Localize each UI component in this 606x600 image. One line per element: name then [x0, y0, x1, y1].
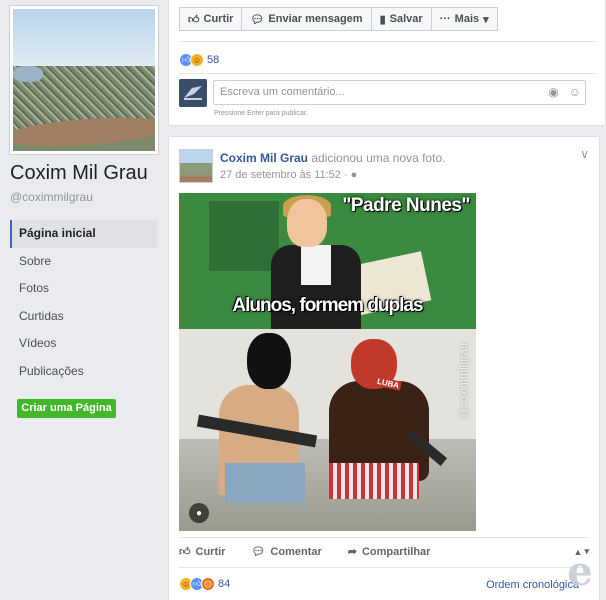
- divider: [179, 73, 595, 74]
- dots-icon: ···: [439, 13, 451, 25]
- send-message-button[interactable]: 💬︎ Enviar mensagem: [241, 7, 372, 31]
- sidebar-item-curtidas[interactable]: Curtidas: [10, 303, 157, 331]
- sidebar-nav: Página inicial Sobre Fotos Curtidas Víde…: [10, 220, 157, 385]
- sidebar-item-videos[interactable]: Vídeos: [10, 330, 157, 358]
- post-reaction-count: 84: [218, 578, 231, 590]
- share-arrow-icon: ➦: [347, 546, 357, 558]
- post-timestamp[interactable]: 27 de setembro às 11:52 · ●: [220, 169, 357, 181]
- like-page-button[interactable]: 👍︎ Curtir: [179, 7, 243, 31]
- photo-teacher-shirt: [301, 245, 331, 285]
- page-title[interactable]: Coxim Mil Grau: [10, 162, 148, 185]
- thumbs-up-icon: 👍︎: [188, 13, 200, 26]
- photo-man2-shorts: [329, 463, 419, 499]
- post-options-chevron-icon[interactable]: ∨: [580, 147, 589, 161]
- sidebar-item-pagina-inicial[interactable]: Página inicial: [10, 220, 157, 248]
- page-logo-icon: [184, 86, 202, 100]
- like-page-label: Curtir: [203, 13, 234, 25]
- post-photo[interactable]: "Padre Nunes" Alunos, formem duplas LUBA…: [179, 193, 476, 531]
- post-actions-row: 👍︎ Curtir 💬︎ Comentar ➦ Compartilhar ▲ ▾: [179, 545, 589, 559]
- thumbs-up-icon: 👍︎: [179, 546, 191, 558]
- send-message-label: Enviar mensagem: [268, 13, 363, 25]
- photo-teacher-face: [287, 199, 327, 247]
- post-reactions-summary[interactable]: ☺ 👍︎ ☹ 84: [179, 577, 230, 591]
- create-page-button[interactable]: Criar uma Página: [17, 399, 116, 418]
- reactions-summary[interactable]: 👍︎ ☺ 58: [179, 53, 219, 67]
- press-enter-hint: Pressione Enter para publicar.: [214, 110, 308, 117]
- save-button[interactable]: ▮ Salvar: [370, 7, 432, 31]
- photo-watermark: @coximmilgrau: [458, 343, 470, 419]
- emoji-icon[interactable]: ☺: [569, 85, 581, 99]
- floating-logo-icon: e: [567, 548, 593, 595]
- page-actions-card: 👍︎ Curtir 💬︎ Enviar mensagem ▮ Salvar ··…: [168, 0, 606, 126]
- camera-icon[interactable]: ◉: [548, 85, 558, 99]
- post-like-button[interactable]: 👍︎ Curtir: [179, 545, 226, 559]
- globe-icon: ●: [350, 169, 358, 181]
- post-card: Coxim Mil Grau adicionou uma nova foto. …: [168, 136, 600, 600]
- save-label: Salvar: [389, 13, 423, 25]
- message-icon: 💬︎: [250, 13, 265, 26]
- comment-icon: 💬︎: [251, 546, 266, 558]
- meme-title-text: "Padre Nunes": [342, 195, 470, 216]
- photo-man1-shorts: [225, 463, 305, 503]
- post-author-link[interactable]: Coxim Mil Grau: [220, 151, 308, 165]
- haha-reaction-icon: ☺: [190, 53, 204, 67]
- divider: [179, 41, 595, 42]
- page-profile-photo[interactable]: [10, 6, 158, 154]
- photo-sky: [13, 9, 155, 73]
- photo-man1-head: [247, 333, 291, 389]
- photo-lake: [13, 65, 43, 82]
- page-actions-row: 👍︎ Curtir 💬︎ Enviar mensagem ▮ Salvar ··…: [179, 7, 498, 31]
- meme-caption-text: Alunos, formem duplas: [232, 295, 423, 316]
- commenter-avatar[interactable]: [179, 79, 207, 107]
- reaction-count: 58: [207, 54, 220, 66]
- timestamp-text: 27 de setembro às 11:52 ·: [220, 169, 348, 181]
- angry-reaction-icon: ☹: [201, 577, 215, 591]
- post-action-text: adicionou uma nova foto.: [311, 151, 446, 165]
- comment-input-icons: ◉ ☺: [548, 85, 581, 99]
- post-author-avatar[interactable]: [179, 149, 213, 183]
- bookmark-icon: ▮: [379, 13, 386, 26]
- post-share-label: Compartilhar: [361, 545, 431, 558]
- photo-board: [209, 201, 279, 271]
- tag-person-icon[interactable]: ●: [189, 503, 209, 523]
- sidebar-item-sobre[interactable]: Sobre: [10, 248, 157, 276]
- comment-placeholder: Escreva um comentário...: [220, 86, 345, 98]
- sidebar-item-publicacoes[interactable]: Publicações: [10, 358, 157, 386]
- left-sidebar: Coxim Mil Grau @coximmilgrau Página inic…: [0, 0, 168, 600]
- divider: [179, 567, 589, 568]
- post-like-label: Curtir: [195, 545, 226, 558]
- post-header: Coxim Mil Grau adicionou uma nova foto.: [220, 151, 445, 165]
- more-label: Mais: [454, 13, 480, 25]
- divider: [179, 537, 589, 538]
- more-button[interactable]: ··· Mais ▾: [430, 7, 498, 31]
- post-comment-button[interactable]: 💬︎ Comentar: [251, 545, 322, 559]
- post-share-button[interactable]: ➦ Compartilhar: [347, 545, 431, 559]
- chevron-down-icon: ▾: [483, 13, 489, 26]
- post-comment-label: Comentar: [270, 545, 322, 558]
- comment-input[interactable]: Escreva um comentário... ◉ ☺: [213, 80, 586, 105]
- page-handle[interactable]: @coximmilgrau: [10, 190, 93, 204]
- sidebar-item-fotos[interactable]: Fotos: [10, 275, 157, 303]
